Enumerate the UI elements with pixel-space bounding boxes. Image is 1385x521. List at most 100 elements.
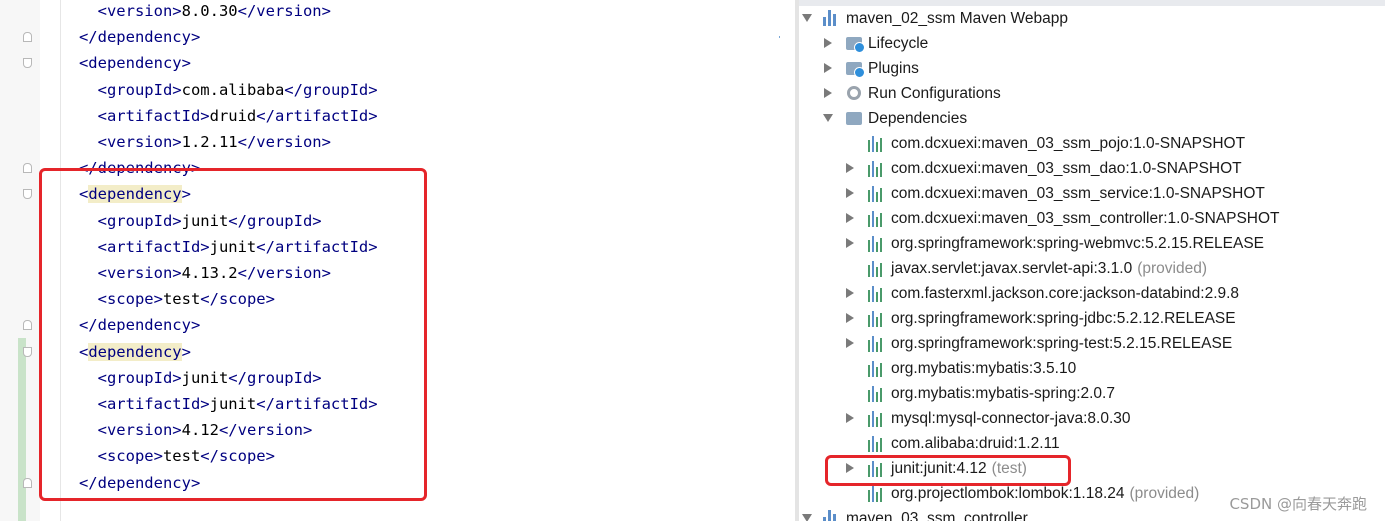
library-icon [868, 161, 884, 177]
csdn-watermark: CSDN @向春天奔跑 [1229, 495, 1367, 513]
dependency-scope: (provided) [1137, 260, 1207, 277]
xml-tag: <version> [97, 133, 182, 151]
code-line[interactable]: <artifactId>druid</artifactId> [60, 103, 378, 129]
tree-item-module[interactable]: maven_02_ssm Maven Webapp [846, 6, 1068, 31]
expand-arrow-icon[interactable] [802, 514, 812, 521]
dependency-name: org.mybatis:mybatis:3.5.10 [891, 360, 1077, 377]
expand-arrow-icon[interactable] [824, 88, 832, 98]
expand-arrow-icon[interactable] [846, 463, 854, 473]
expand-arrow-icon[interactable] [802, 14, 812, 22]
library-icon [868, 311, 884, 327]
dependency-item[interactable]: javax.servlet:javax.servlet-api:3.1.0 (pr… [891, 256, 1207, 281]
dependency-item[interactable]: org.springframework:spring-jdbc:5.2.12.R… [891, 306, 1236, 331]
library-icon [868, 361, 884, 377]
expand-arrow-icon[interactable] [846, 213, 854, 223]
library-icon [868, 336, 884, 352]
tree-item-lifecycle[interactable]: Lifecycle [868, 31, 928, 56]
maven-project-panel[interactable]: maven_02_ssm Maven Webapp Lifecycle Plug… [795, 0, 1385, 521]
dependency-item[interactable]: org.springframework:spring-webmvc:5.2.15… [891, 231, 1264, 256]
highlight-box-editor [39, 168, 427, 501]
code-line[interactable]: <version>1.2.11</version> [60, 129, 331, 155]
dependency-item[interactable]: com.dcxuexi:maven_03_ssm_dao:1.0-SNAPSHO… [891, 156, 1242, 181]
fold-close-icon[interactable] [23, 477, 32, 488]
lifecycle-folder-icon [846, 37, 865, 53]
tree-item-run-configurations[interactable]: Run Configurations [868, 81, 1001, 106]
library-icon [868, 261, 884, 277]
library-icon [868, 386, 884, 402]
code-line[interactable]: </dependency> [60, 24, 200, 50]
dependency-name: javax.servlet:javax.servlet-api:3.1.0 [891, 260, 1133, 277]
dependency-name: org.mybatis:mybatis-spring:2.0.7 [891, 385, 1115, 402]
dependency-item[interactable]: org.springframework:spring-test:5.2.15.R… [891, 331, 1232, 356]
fold-close-icon[interactable] [23, 320, 32, 331]
fold-open-icon[interactable] [23, 58, 32, 69]
dependency-name: com.alibaba:druid:1.2.11 [891, 435, 1060, 452]
dependency-item[interactable]: com.dcxuexi:maven_03_ssm_pojo:1.0-SNAPSH… [891, 131, 1245, 156]
code-text: 8.0.30 [181, 2, 238, 20]
fold-close-icon[interactable] [23, 163, 32, 174]
xml-tag: <dependency> [78, 54, 191, 73]
xml-tag: <artifactId> [97, 106, 210, 125]
dependency-item[interactable]: com.dcxuexi:maven_03_ssm_service:1.0-SNA… [891, 181, 1265, 206]
library-icon [868, 436, 884, 452]
dependency-item[interactable]: com.dcxuexi:maven_03_ssm_controller:1.0-… [891, 206, 1280, 231]
xml-tag: </version> [237, 2, 331, 20]
expand-arrow-icon[interactable] [823, 114, 833, 122]
expand-arrow-icon[interactable] [846, 313, 854, 323]
dependency-item[interactable]: com.alibaba:druid:1.2.11 [891, 431, 1060, 456]
tree-item-next-module[interactable]: maven_03_ssm_controller [846, 506, 1028, 521]
expand-arrow-icon[interactable] [846, 163, 854, 173]
maven-module-icon [823, 10, 837, 26]
fold-close-icon[interactable] [23, 32, 32, 43]
dependency-name: com.dcxuexi:maven_03_ssm_controller:1.0-… [891, 210, 1280, 227]
library-icon [868, 211, 884, 227]
dependency-name: org.projectlombok:lombok:1.18.24 [891, 485, 1125, 502]
xml-tag: <version> [97, 2, 182, 20]
expand-arrow-icon[interactable] [824, 63, 832, 73]
dependency-item[interactable]: org.mybatis:mybatis:3.5.10 [891, 356, 1076, 381]
fold-open-icon[interactable] [23, 346, 32, 357]
expand-arrow-icon[interactable] [824, 38, 832, 48]
panel-scrollbar[interactable] [795, 0, 799, 521]
xml-tag: </version> [237, 133, 331, 151]
dependency-name: org.springframework:spring-webmvc:5.2.15… [891, 235, 1265, 252]
code-line[interactable]: <dependency> [60, 50, 191, 76]
expand-arrow-icon[interactable] [846, 188, 854, 198]
tree-item-dependencies[interactable]: Dependencies [868, 106, 967, 131]
code-line[interactable]: <version>8.0.30</version> [60, 0, 331, 24]
expand-arrow-icon[interactable] [846, 338, 854, 348]
dependency-item[interactable]: com.fasterxml.jackson.core:jackson-datab… [891, 281, 1239, 306]
dependency-name: mysql:mysql-connector-java:8.0.30 [891, 410, 1131, 427]
library-icon [868, 486, 884, 502]
dependency-name: com.fasterxml.jackson.core:jackson-datab… [891, 285, 1240, 302]
code-text: 1.2.11 [181, 133, 238, 151]
library-icon [868, 236, 884, 252]
xml-tag: </artifactId> [256, 106, 378, 125]
dependency-name: org.springframework:spring-jdbc:5.2.12.R… [891, 310, 1236, 327]
library-icon [868, 461, 884, 477]
library-icon [868, 411, 884, 427]
xml-tag: <groupId> [97, 80, 182, 99]
dependency-name: com.dcxuexi:maven_03_ssm_service:1.0-SNA… [891, 185, 1265, 202]
dependency-item[interactable]: mysql:mysql-connector-java:8.0.30 [891, 406, 1131, 431]
tree-item-plugins[interactable]: Plugins [868, 56, 919, 81]
library-icon [868, 136, 884, 152]
code-editor[interactable]: <version>8.0.30</version> </dependency> … [0, 0, 780, 521]
expand-arrow-icon[interactable] [846, 413, 854, 423]
expand-arrow-icon[interactable] [846, 288, 854, 298]
run-configurations-gear-icon [847, 86, 861, 100]
dependency-item[interactable]: org.mybatis:mybatis-spring:2.0.7 [891, 381, 1115, 406]
plugins-folder-icon [846, 62, 865, 78]
library-icon [868, 186, 884, 202]
expand-arrow-icon[interactable] [846, 238, 854, 248]
editor-scroll-marker [779, 36, 780, 38]
dependency-scope: (provided) [1129, 485, 1200, 502]
xml-tag: </groupId> [284, 80, 378, 99]
fold-open-icon[interactable] [23, 189, 32, 200]
code-line[interactable]: <groupId>com.alibaba</groupId> [60, 77, 378, 103]
